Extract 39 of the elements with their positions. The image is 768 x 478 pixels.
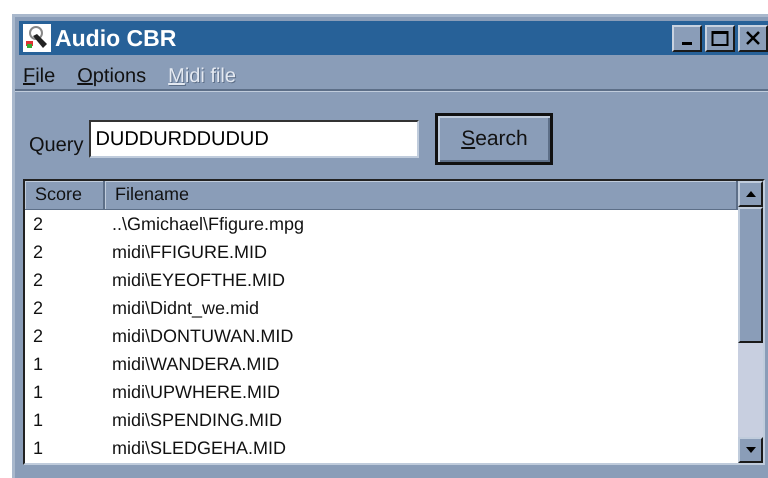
filename-cell-text: midi\FFIGURE.MID bbox=[111, 242, 267, 262]
score-cell-text: 2 bbox=[32, 270, 44, 290]
up-arrow-icon bbox=[744, 190, 756, 198]
filename-cell-text: midi\SPENDING.MID bbox=[111, 410, 282, 430]
score-cell-text: 1 bbox=[32, 354, 44, 374]
menu-item[interactable]: File bbox=[23, 63, 56, 89]
column-header[interactable]: Filename bbox=[105, 181, 738, 209]
score-cell-text: 2 bbox=[32, 326, 44, 346]
close-icon bbox=[745, 30, 761, 46]
filename-cell-text: midi\WANDERA.MID bbox=[111, 354, 280, 374]
filename-cell-text: midi\UPWHERE.MID bbox=[111, 382, 280, 402]
app-icon bbox=[23, 24, 51, 52]
score-cell-text: 1 bbox=[32, 382, 44, 402]
window-title: Audio CBR bbox=[55, 24, 178, 52]
filename-cell-text: ..\Gmichael\Ffigure.mpg bbox=[111, 214, 304, 234]
down-arrow-icon bbox=[744, 446, 756, 454]
score-cell-text: 2 bbox=[32, 298, 44, 318]
score-cell-text: 1 bbox=[32, 438, 44, 458]
scrollbar[interactable] bbox=[738, 181, 763, 463]
minimize-button[interactable] bbox=[672, 24, 702, 52]
menu-item[interactable]: Options bbox=[77, 63, 146, 89]
filename-cell-text: midi\Didnt_we.mid bbox=[111, 298, 260, 318]
filename-cell-text: midi\EYEOFTHE.MID bbox=[111, 270, 286, 290]
maximize-button[interactable] bbox=[705, 24, 735, 52]
scroll-thumb[interactable] bbox=[738, 207, 763, 343]
search-button[interactable]: Search bbox=[435, 113, 554, 165]
maximize-icon bbox=[711, 30, 729, 46]
minimize-icon bbox=[682, 42, 692, 44]
score-cell-text: 2 bbox=[32, 214, 44, 234]
column-header[interactable]: Score bbox=[25, 181, 105, 209]
scroll-down-button[interactable] bbox=[738, 437, 763, 463]
close-button[interactable] bbox=[738, 24, 768, 52]
filename-cell-text: midi\DONTUWAN.MID bbox=[111, 326, 294, 346]
filename-cell-text: midi\SLEDGEHA.MID bbox=[111, 438, 286, 458]
score-cell-text: 2 bbox=[32, 242, 44, 262]
scroll-up-button[interactable] bbox=[738, 181, 763, 207]
query-field[interactable]: DUDDURDDUDUD bbox=[89, 120, 420, 158]
query-label: Query bbox=[29, 134, 84, 156]
score-cell-text: 1 bbox=[32, 410, 44, 430]
